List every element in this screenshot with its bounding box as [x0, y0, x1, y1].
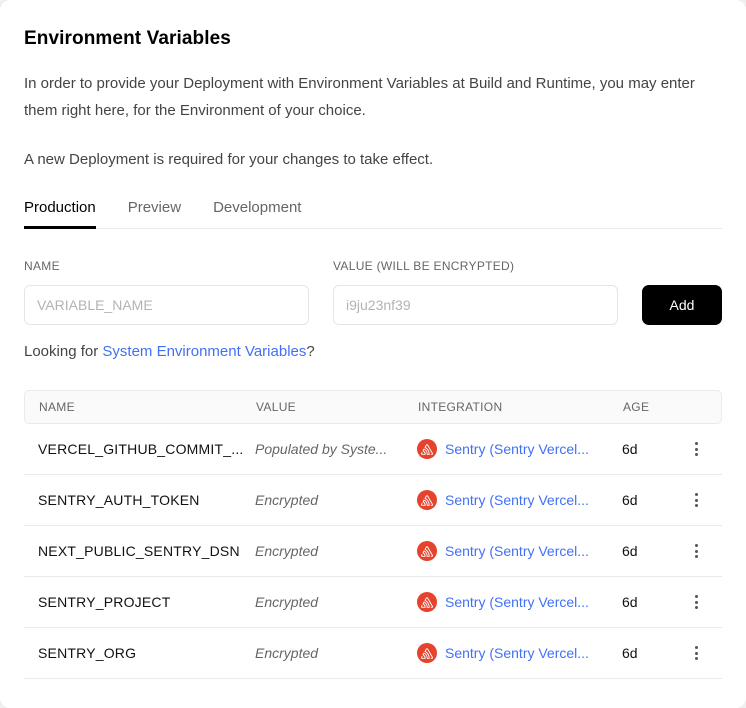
integration-link[interactable]: Sentry (Sentry Vercel...	[445, 645, 589, 661]
variable-name: NEXT_PUBLIC_SENTRY_DSN	[38, 543, 255, 559]
environment-tabs: Production Preview Development	[24, 199, 722, 229]
system-environment-variables-link[interactable]: System Environment Variables	[102, 343, 306, 360]
description-text: In order to provide your Deployment with…	[24, 70, 704, 124]
integration-link[interactable]: Sentry (Sentry Vercel...	[445, 492, 589, 508]
variable-value: Encrypted	[255, 594, 417, 610]
hint-suffix: ?	[306, 343, 314, 360]
hint-prefix: Looking for	[24, 343, 102, 360]
environment-variables-panel: Environment Variables In order to provid…	[0, 0, 746, 708]
value-field-label: VALUE (WILL BE ENCRYPTED)	[333, 259, 618, 273]
variable-age: 6d	[622, 594, 678, 610]
variable-name: SENTRY_AUTH_TOKEN	[38, 492, 255, 508]
kebab-menu-icon[interactable]	[684, 590, 708, 614]
kebab-menu-icon[interactable]	[684, 539, 708, 563]
column-header-integration: INTEGRATION	[418, 400, 623, 414]
add-button[interactable]: Add	[642, 285, 722, 325]
variable-age: 6d	[622, 543, 678, 559]
sentry-icon	[417, 592, 437, 612]
variable-value: Populated by Syste...	[255, 441, 417, 457]
table-row: SENTRY_ORG Encrypted Sentry (Sentry Verc…	[24, 628, 722, 679]
add-variable-form: Add	[24, 285, 722, 325]
tab-production[interactable]: Production	[24, 199, 96, 228]
kebab-menu-icon[interactable]	[684, 488, 708, 512]
kebab-menu-icon[interactable]	[684, 437, 708, 461]
table-row: SENTRY_AUTH_TOKEN Encrypted Sentry (Sent…	[24, 475, 722, 526]
page-title: Environment Variables	[24, 28, 722, 50]
variable-value-input[interactable]	[333, 285, 618, 325]
variable-name-input[interactable]	[24, 285, 309, 325]
variable-value: Encrypted	[255, 543, 417, 559]
table-header-row: NAME VALUE INTEGRATION AGE	[24, 390, 722, 424]
name-field-label: NAME	[24, 259, 309, 273]
variable-value: Encrypted	[255, 492, 417, 508]
table-row: NEXT_PUBLIC_SENTRY_DSN Encrypted Sentry …	[24, 526, 722, 577]
variable-age: 6d	[622, 645, 678, 661]
variable-name: SENTRY_ORG	[38, 645, 255, 661]
sentry-icon	[417, 490, 437, 510]
table-row: VERCEL_GITHUB_COMMIT_... Populated by Sy…	[24, 424, 722, 475]
table-row: SENTRY_PROJECT Encrypted Sentry (Sentry …	[24, 577, 722, 628]
tab-development[interactable]: Development	[213, 199, 301, 228]
sentry-icon	[417, 541, 437, 561]
column-header-age: AGE	[623, 400, 677, 414]
integration-link[interactable]: Sentry (Sentry Vercel...	[445, 441, 589, 457]
variable-age: 6d	[622, 492, 678, 508]
sentry-icon	[417, 439, 437, 459]
variables-table: NAME VALUE INTEGRATION AGE VERCEL_GITHUB…	[24, 390, 722, 679]
variable-name: SENTRY_PROJECT	[38, 594, 255, 610]
tab-preview[interactable]: Preview	[128, 199, 181, 228]
system-env-hint: Looking for System Environment Variables…	[24, 343, 722, 360]
sentry-icon	[417, 643, 437, 663]
variable-name: VERCEL_GITHUB_COMMIT_...	[38, 441, 255, 457]
integration-link[interactable]: Sentry (Sentry Vercel...	[445, 594, 589, 610]
variable-age: 6d	[622, 441, 678, 457]
integration-link[interactable]: Sentry (Sentry Vercel...	[445, 543, 589, 559]
column-header-value: VALUE	[256, 400, 418, 414]
variable-value: Encrypted	[255, 645, 417, 661]
column-header-name: NAME	[39, 400, 256, 414]
description-text-2: A new Deployment is required for your ch…	[24, 146, 722, 173]
form-labels: NAME VALUE (WILL BE ENCRYPTED)	[24, 259, 722, 273]
kebab-menu-icon[interactable]	[684, 641, 708, 665]
